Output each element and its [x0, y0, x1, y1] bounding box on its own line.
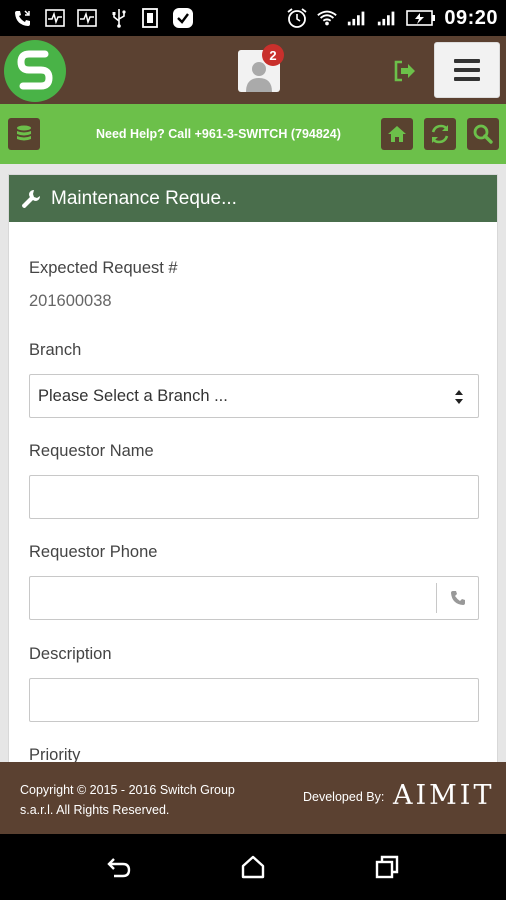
- search-icon: [473, 124, 493, 144]
- requestor-phone-label: Requestor Phone: [29, 543, 158, 561]
- home-icon: [241, 855, 265, 879]
- requestor-name-input[interactable]: [29, 475, 479, 519]
- requestor-phone-input[interactable]: [29, 576, 479, 620]
- signal-2-icon: [376, 7, 398, 29]
- missed-call-icon: [12, 7, 34, 29]
- back-icon: [107, 858, 131, 878]
- database-icon: [17, 125, 31, 141]
- recent-apps-icon: [375, 855, 399, 879]
- copyright-text: Copyright © 2015 - 2016 Switch Group s.a…: [20, 783, 235, 817]
- wifi-icon: [316, 7, 338, 29]
- status-bar: 09:20: [0, 0, 506, 36]
- expected-request-label: Expected Request #: [29, 259, 178, 277]
- menu-bar: [454, 77, 480, 81]
- check-icon: [172, 7, 194, 29]
- sim-icon: [140, 7, 162, 29]
- description-label: Description: [29, 645, 112, 663]
- developer-logo[interactable]: AIMIT: [393, 780, 494, 811]
- panel-header: Maintenance Reque...: [9, 175, 497, 222]
- alarm-icon: [286, 7, 308, 29]
- branch-select-value: Please Select a Branch ...: [38, 386, 228, 405]
- switch-logo-icon[interactable]: [4, 40, 66, 102]
- select-caret-icon: [455, 390, 463, 404]
- android-nav-bar: [0, 834, 506, 900]
- logout-icon: [394, 60, 415, 82]
- developed-by-label: Developed By:: [303, 790, 385, 804]
- status-time: 09:20: [444, 6, 498, 29]
- menu-bar: [454, 68, 480, 72]
- app-header: 2: [0, 36, 506, 104]
- phone-addon: [436, 583, 478, 613]
- phone-icon: [450, 591, 465, 605]
- home-icon: [388, 126, 406, 142]
- requestor-name-label: Requestor Name: [29, 442, 154, 460]
- refresh-button[interactable]: [424, 118, 456, 150]
- help-bar: Need Help? Call +961-3-SWITCH (794824): [0, 104, 506, 164]
- home-button[interactable]: [381, 118, 413, 150]
- help-phone-text: Need Help? Call +961-3-SWITCH (794824): [96, 127, 341, 141]
- signal-1-icon: [346, 7, 368, 29]
- notification-badge[interactable]: 2: [262, 44, 284, 66]
- page-title: Maintenance Reque...: [51, 187, 237, 209]
- hamburger-menu-icon: [454, 59, 480, 63]
- recent-apps-button[interactable]: [372, 852, 402, 882]
- battery-charging-icon: [406, 7, 436, 29]
- wrench-icon: [22, 189, 40, 208]
- database-button[interactable]: [8, 118, 40, 150]
- refresh-icon: [431, 124, 449, 144]
- branch-label: Branch: [29, 341, 82, 359]
- description-input[interactable]: [29, 678, 479, 722]
- logout-button[interactable]: [392, 58, 418, 84]
- back-button[interactable]: [104, 852, 134, 882]
- expected-request-value: 201600038: [29, 292, 112, 310]
- search-button[interactable]: [467, 118, 499, 150]
- hamburger-menu-button[interactable]: [434, 42, 500, 98]
- branch-select[interactable]: Please Select a Branch ...: [29, 374, 479, 418]
- app-screen: 09:20 2 Need Help? Call +961-3-SWITCH (7…: [0, 0, 506, 900]
- activity-monitor-icon: [76, 7, 98, 29]
- activity-monitor-icon: [44, 7, 66, 29]
- maintenance-request-panel: Maintenance Reque... Expected Request # …: [8, 174, 498, 774]
- footer: Copyright © 2015 - 2016 Switch Group s.a…: [0, 762, 506, 834]
- usb-icon: [108, 7, 130, 29]
- home-nav-button[interactable]: [238, 852, 268, 882]
